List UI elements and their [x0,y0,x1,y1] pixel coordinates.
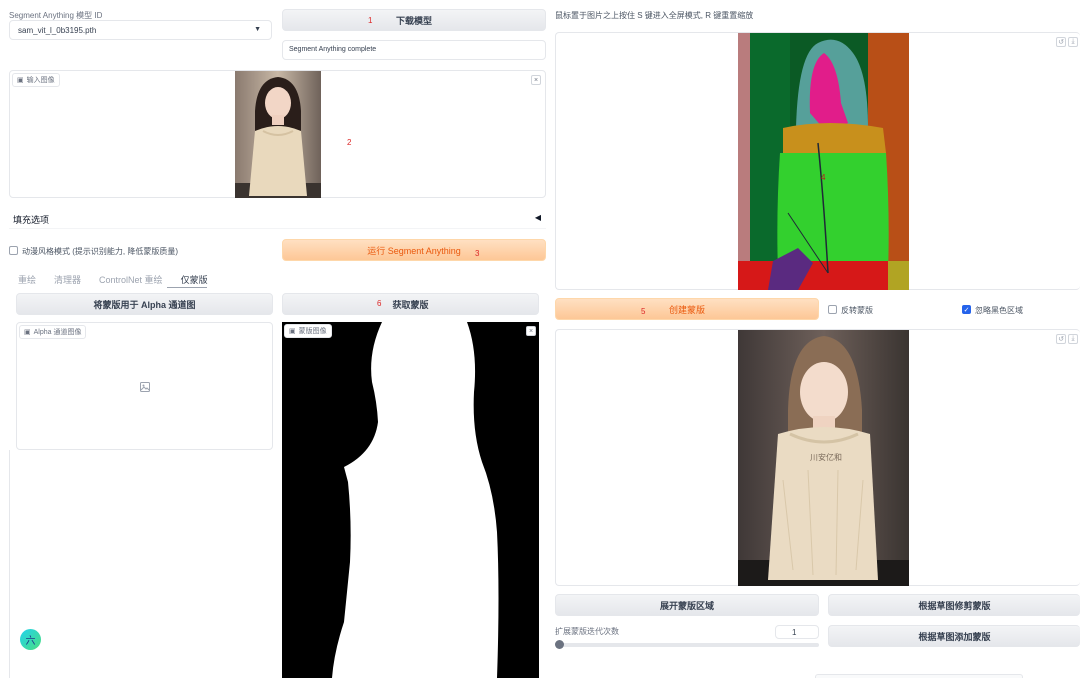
invert-mask-label: 反转蒙版 [841,306,873,315]
check-icon: ✓ [963,306,970,314]
iterations-label: 扩展蒙版迭代次数 [555,627,619,636]
mask-silhouette [332,322,499,678]
fullscreen-hint: 鼠标置于图片之上按住 S 键进入全屏模式, R 键重置缩放 [555,11,754,20]
model-select-value: sam_vit_l_0b3195.pth [18,26,97,35]
undo-icon[interactable]: ↺ [1056,334,1066,344]
download-model-label: 下载模型 [395,15,432,26]
image-placeholder-icon [140,382,150,392]
anime-mode-label: 动漫风格模式 (提示识别能力, 降低蒙版质量) [22,247,178,256]
expand-mask-label: 展开蒙版区域 [659,600,714,611]
mask-image-panel[interactable]: ▣ 蒙版图像 × [282,322,539,678]
tab-mask-only[interactable]: 仅蒙版 [181,273,208,286]
undo-icon[interactable]: ↺ [1056,37,1066,47]
alpha-image-tag-text: Alpha 通道图像 [33,329,82,336]
iterations-input[interactable]: 1 [775,625,819,639]
get-mask-button[interactable]: 获取蒙版 [282,293,539,315]
active-tab-underline [167,287,207,288]
left-divider [9,450,10,678]
close-icon[interactable]: × [531,75,541,85]
alpha-image-tag: ▣ Alpha 通道图像 [19,325,87,339]
image-icon: ▣ [24,329,31,336]
output-toolbar: ↺ ⤓ [1056,334,1078,344]
caret-left-icon: ◀ [534,213,541,222]
step-marker-2: 2 [347,138,352,147]
mask-image-tag: ▣ 蒙版图像 [284,324,332,338]
input-image-panel[interactable]: ▣ 输入图像 × [9,70,546,198]
run-segment-anything-button[interactable]: 运行 Segment Anything [282,239,546,261]
segmentation-output-panel[interactable]: ↺ ⤓ 4 [555,32,1080,290]
tab-inpaint[interactable]: 重绘 [18,273,36,286]
iterations-slider-track[interactable] [557,643,819,647]
floating-assistant-glyph: 六 [25,636,36,647]
image-icon: ▣ [289,328,296,335]
input-image-thumbnail [235,71,321,198]
create-mask-label: 创建蒙版 [668,304,705,315]
expand-mask-button[interactable]: 展开蒙版区域 [555,594,819,616]
input-image-tag: ▣ 输入图像 [12,73,60,87]
download-icon[interactable]: ⤓ [1068,37,1078,47]
tab-controlnet-inpaint[interactable]: ControlNet 重绘 [99,273,163,286]
add-mask-button[interactable]: 根据草图添加蒙版 [828,625,1080,647]
fill-options-accordion[interactable]: 填充选项 ◀ [9,207,546,229]
download-model-button[interactable]: 下载模型 [282,9,546,31]
alpha-channel-button[interactable]: 将蒙版用于 Alpha 通道图 [16,293,273,315]
alpha-image-panel[interactable]: ▣ Alpha 通道图像 [16,322,273,450]
status-text: Segment Anything complete [289,46,377,53]
download-icon[interactable]: ⤓ [1068,334,1078,344]
model-select[interactable]: sam_vit_l_0b3195.pth ▼ [9,20,272,40]
segmentation-result-image [738,33,909,290]
mask-image-tag-text: 蒙版图像 [298,328,327,335]
inpaint-tabs: 重绘 清理器 ControlNet 重绘 仅蒙版 [18,273,208,286]
step-marker-3: 3 [475,249,480,258]
step-marker-1: 1 [368,16,373,25]
status-box: Segment Anything complete [282,40,546,60]
iterations-slider-thumb[interactable] [555,640,564,649]
get-mask-button-label: 获取蒙版 [392,299,429,310]
step-marker-5: 5 [641,307,646,316]
masked-result-image: 川安亿和 [738,330,909,586]
add-mask-label: 根据草图添加蒙版 [918,631,991,642]
fill-options-label: 填充选项 [13,215,50,225]
invert-mask-checkbox[interactable] [828,305,837,314]
ignore-black-checkbox[interactable]: ✓ [962,305,971,314]
run-label: 运行 Segment Anything [367,245,461,256]
chevron-down-icon: ▼ [254,26,261,33]
ignore-black-label: 忽略黑色区域 [975,306,1023,315]
anime-mode-checkbox[interactable] [9,246,18,255]
output-toolbar: ↺ ⤓ [1056,37,1078,47]
trim-mask-button[interactable]: 根据草图修剪蒙版 [828,594,1080,616]
create-mask-button[interactable]: 创建蒙版 [555,298,819,320]
watermark-text: 川安亿和 [810,452,842,462]
masked-output-panel[interactable]: ↺ ⤓ 川安亿和 [555,329,1080,586]
step-marker-6: 6 [377,299,382,308]
step-marker-4: 4 [821,173,826,182]
input-image-tag-text: 输入图像 [26,77,55,84]
iterations-value: 1 [792,628,797,637]
alpha-channel-button-label: 将蒙版用于 Alpha 通道图 [93,299,196,310]
close-icon[interactable]: × [526,326,536,336]
trim-mask-label: 根据草图修剪蒙版 [918,600,991,611]
image-icon: ▣ [17,77,24,84]
floating-assistant-icon[interactable]: 六 [20,629,41,650]
bottom-panel-edge [815,674,1023,678]
tab-cleaner[interactable]: 清理器 [54,273,81,286]
